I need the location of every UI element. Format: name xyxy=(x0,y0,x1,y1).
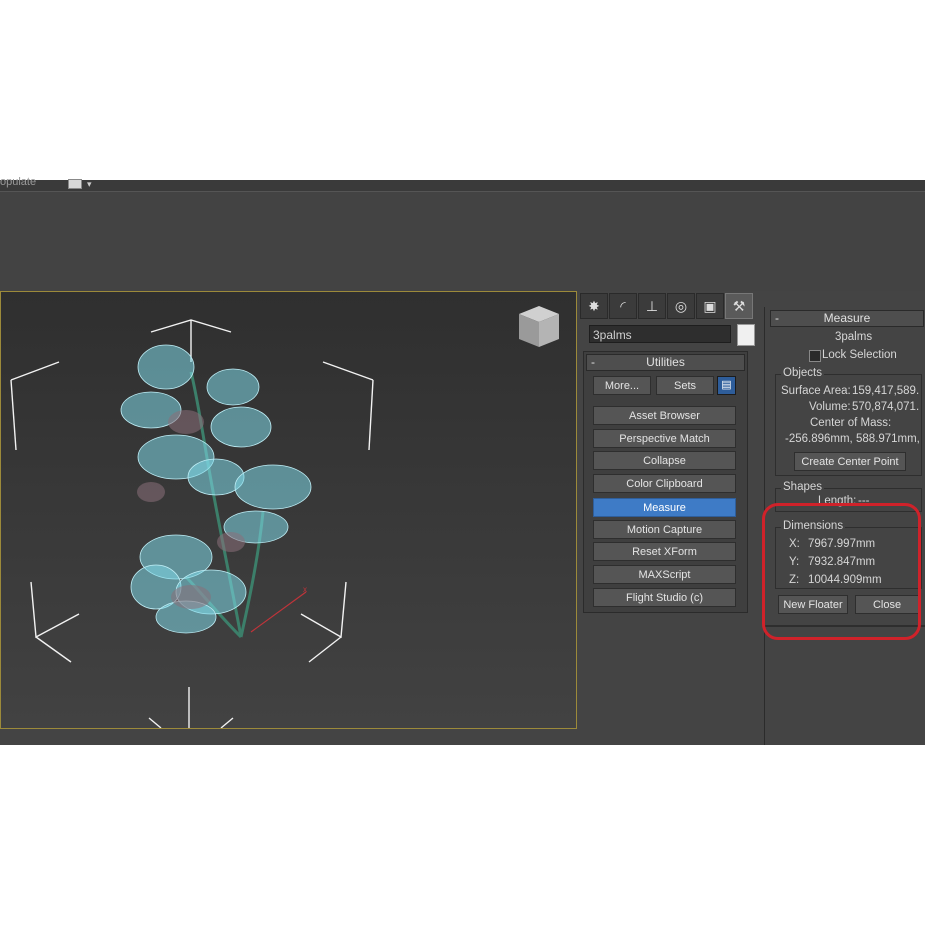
perspective-viewport[interactable]: x xyxy=(0,291,577,729)
hierarchy-tab-icon[interactable]: ⊥ xyxy=(638,293,666,319)
dropdown-icon[interactable] xyxy=(68,179,82,189)
object-name-field[interactable]: 3palms xyxy=(589,325,731,343)
collapse-icon: - xyxy=(775,311,779,325)
collapse-icon: - xyxy=(591,355,595,369)
object-color-swatch[interactable] xyxy=(737,324,755,346)
utilities-tab-icon[interactable]: ⚒ xyxy=(725,293,753,319)
collapse-button[interactable]: Collapse xyxy=(593,451,736,470)
objects-group: Objects Surface Area: 159,417,589. Volum… xyxy=(775,367,922,476)
ribbon-area xyxy=(0,191,925,292)
lock-selection-label: Lock Selection xyxy=(822,349,897,361)
utilities-title: Utilities xyxy=(646,355,685,369)
reset-xform-button[interactable]: Reset XForm xyxy=(593,542,736,561)
svg-text:x: x xyxy=(303,585,307,594)
surface-area-value: 159,417,589. xyxy=(852,385,920,397)
volume-label: Volume: xyxy=(809,401,851,413)
motion-tab-icon[interactable]: ◎ xyxy=(667,293,695,319)
create-tab-icon[interactable]: ✸ xyxy=(580,293,608,319)
flight-studio-button[interactable]: Flight Studio (c) xyxy=(593,588,736,607)
measure-rollout: - Measure 3palms Lock Selection Objects … xyxy=(762,307,925,745)
asset-browser-button[interactable]: Asset Browser xyxy=(593,406,736,425)
measure-button[interactable]: Measure xyxy=(593,498,736,517)
measure-title: Measure xyxy=(823,311,871,325)
maxscript-button[interactable]: MAXScript xyxy=(593,565,736,584)
modify-tab-icon[interactable]: ◜ xyxy=(609,293,637,319)
create-center-point-button[interactable]: Create Center Point xyxy=(794,452,906,471)
perspective-match-button[interactable]: Perspective Match xyxy=(593,429,736,448)
chevron-down-icon[interactable]: ▾ xyxy=(87,179,92,190)
viewport-scene: x xyxy=(10,306,559,728)
populate-label[interactable]: opulate xyxy=(0,176,36,188)
utilities-rollout: - Utilities More... Sets ▤ Asset Browser… xyxy=(583,351,748,613)
more-button[interactable]: More... xyxy=(593,376,651,395)
configure-sets-icon[interactable]: ▤ xyxy=(717,376,736,395)
measured-object-name: 3palms xyxy=(835,331,873,343)
lock-selection-checkbox[interactable] xyxy=(809,350,821,362)
highlight-annotation xyxy=(762,503,921,640)
viewcube-icon xyxy=(519,306,559,347)
command-panel: ✸ ◜ ⊥ ◎ ▣ ⚒ 3palms - Utilities More... S… xyxy=(577,291,925,745)
shapes-group-label: Shapes xyxy=(781,481,825,493)
objects-group-label: Objects xyxy=(781,367,824,379)
display-tab-icon[interactable]: ▣ xyxy=(696,293,724,319)
measure-rollout-header[interactable]: - Measure xyxy=(770,310,924,327)
center-of-mass-value: -256.896mm, 588.971mm, xyxy=(785,433,920,445)
x-axis-gizmo xyxy=(250,591,307,633)
center-of-mass-label: Center of Mass: xyxy=(810,417,892,429)
max-window: opulate ▾ x ✸ ◜ ⊥ ◎ ▣ ⚒ 3palms - Utiliti… xyxy=(0,176,925,745)
sets-button[interactable]: Sets xyxy=(656,376,714,395)
menu-strip: opulate ▾ xyxy=(0,176,925,191)
color-clipboard-button[interactable]: Color Clipboard xyxy=(593,474,736,493)
utilities-rollout-header[interactable]: - Utilities xyxy=(586,354,745,371)
volume-value: 570,874,071. xyxy=(852,401,920,413)
surface-area-label: Surface Area: xyxy=(781,385,851,397)
motion-capture-button[interactable]: Motion Capture xyxy=(593,520,736,539)
